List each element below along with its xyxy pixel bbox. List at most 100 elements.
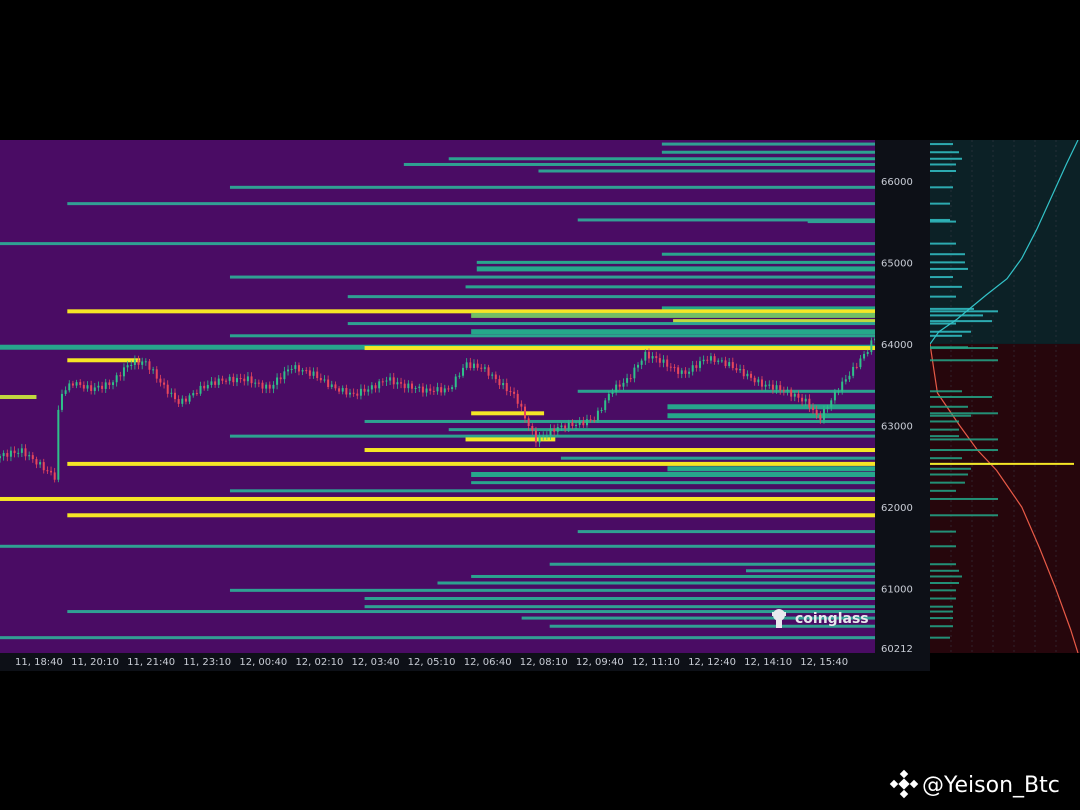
- candle-body: [6, 453, 9, 457]
- candle-body: [527, 418, 530, 426]
- candle-body: [46, 470, 49, 472]
- candle-body: [53, 472, 56, 480]
- liquidity-level: [67, 202, 875, 206]
- candle-body: [341, 388, 344, 392]
- candle-body: [640, 360, 643, 365]
- candle-body: [585, 419, 588, 426]
- side-bar: [930, 449, 998, 452]
- candle-body: [651, 356, 654, 359]
- candle-body: [108, 382, 111, 385]
- candle-body: [133, 359, 136, 365]
- candle-body: [549, 428, 552, 436]
- candle-body: [225, 380, 228, 382]
- candle-body: [432, 390, 435, 392]
- candle-body: [28, 455, 31, 457]
- candle-body: [276, 377, 279, 385]
- candle-body: [308, 370, 311, 376]
- side-bar: [930, 314, 983, 317]
- candle-body: [330, 384, 333, 388]
- candle-body: [447, 388, 450, 390]
- candle-body: [323, 379, 326, 381]
- candle-body: [381, 381, 384, 383]
- candle-body: [2, 453, 5, 457]
- candle-body: [472, 363, 475, 369]
- binance-logo-icon: [889, 769, 919, 799]
- candle-body: [764, 384, 767, 387]
- x-tick-label: 12, 14:10: [744, 657, 792, 668]
- candle-body: [228, 376, 231, 381]
- candle-body: [844, 379, 847, 382]
- candle-body: [615, 384, 618, 393]
- candle-body: [243, 378, 246, 382]
- side-bar: [930, 414, 971, 417]
- candle-body: [629, 378, 632, 380]
- candle-body: [600, 409, 603, 411]
- side-bar: [930, 582, 959, 585]
- candle-body: [571, 422, 574, 427]
- candle-body: [666, 359, 669, 367]
- liquidity-level: [67, 513, 875, 518]
- liquidity-level: [577, 389, 875, 393]
- candle-body: [294, 365, 297, 369]
- x-tick-label: 12, 12:40: [688, 657, 736, 668]
- liquidity-level: [347, 295, 875, 299]
- candle-body: [144, 361, 147, 363]
- candle-body: [163, 382, 166, 385]
- candle-body: [334, 384, 337, 389]
- liquidity-level: [661, 150, 875, 154]
- candle-body: [815, 409, 818, 416]
- y-tick-label: 66000: [881, 177, 913, 188]
- candle-body: [833, 391, 836, 401]
- candle-body: [181, 398, 184, 404]
- candle-body: [782, 390, 785, 392]
- candle-body: [618, 384, 621, 387]
- candle-body: [327, 379, 330, 388]
- liquidity-level: [229, 489, 875, 493]
- candle-body: [239, 378, 242, 380]
- candle-body: [31, 455, 34, 460]
- liquidity-level: [667, 413, 875, 419]
- x-tick-label: 12, 09:40: [576, 657, 624, 668]
- candle-body: [184, 398, 187, 402]
- y-tick-label: 61000: [881, 585, 913, 596]
- attribution-text: @Yeison_Btc: [922, 773, 1060, 798]
- candle-body: [359, 388, 362, 396]
- candle-body: [516, 393, 519, 404]
- side-bar: [930, 157, 962, 160]
- candle-body: [822, 408, 825, 420]
- candle-body: [199, 385, 202, 394]
- candle-body: [159, 378, 162, 383]
- x-tick-label: 12, 05:10: [408, 657, 456, 668]
- candle-body: [458, 375, 461, 377]
- side-bar: [930, 589, 956, 592]
- candle-body: [20, 448, 23, 453]
- candle-body: [702, 359, 705, 362]
- liquidation-heatmap: 11, 18:40 11, 20:10 11, 21:40 11, 23:10 12, …: [0, 140, 1080, 799]
- x-tick-label: 12, 06:40: [464, 657, 512, 668]
- candle-body: [75, 382, 78, 386]
- x-tick-label: 11, 23:10: [183, 657, 231, 668]
- candle-body: [261, 382, 264, 389]
- candle-body: [695, 365, 698, 368]
- candle-body: [538, 435, 541, 443]
- candle-body: [203, 385, 206, 389]
- candle-body: [112, 382, 115, 385]
- candle-body: [757, 379, 760, 383]
- x-tick-label: 12, 03:40: [352, 657, 400, 668]
- liquidity-level: [229, 588, 875, 592]
- candle-body: [349, 392, 351, 395]
- liquidity-level: [437, 581, 875, 585]
- candle-body: [596, 410, 599, 421]
- candle-body: [801, 397, 804, 402]
- candle-body: [385, 380, 388, 382]
- liquidity-level: [745, 569, 875, 573]
- candle-body: [786, 389, 789, 392]
- candle-body: [396, 382, 399, 385]
- candle-body: [812, 407, 815, 410]
- liquidity-level: [364, 605, 875, 609]
- candle-body: [356, 393, 359, 396]
- side-bar: [930, 322, 956, 325]
- candle-body: [524, 406, 526, 419]
- candle-body: [739, 368, 742, 371]
- side-bar: [930, 435, 959, 438]
